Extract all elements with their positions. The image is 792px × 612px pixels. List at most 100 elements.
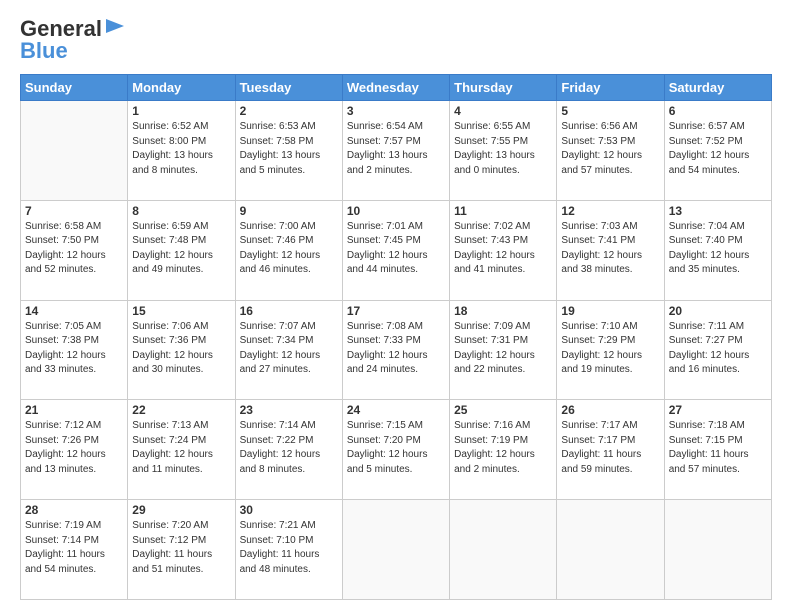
day-number: 20	[669, 304, 767, 318]
day-number: 11	[454, 204, 552, 218]
day-number: 15	[132, 304, 230, 318]
calendar-cell: 3Sunrise: 6:54 AMSunset: 7:57 PMDaylight…	[342, 101, 449, 201]
day-info: Sunrise: 7:02 AMSunset: 7:43 PMDaylight:…	[454, 220, 552, 278]
day-info: Sunrise: 7:15 AMSunset: 7:20 PMDaylight:…	[347, 419, 445, 477]
day-number: 8	[132, 204, 230, 218]
calendar-cell: 21 Sunrise: 7:12 AMSunset: 7:26 PMDayligh…	[21, 400, 128, 500]
calendar-cell: 29 Sunrise: 7:20 AMSunset: 7:12 PMDayligh…	[128, 500, 235, 600]
day-info: Sunrise: 7:18 AMSunset: 7:15 PMDaylight:…	[669, 419, 767, 477]
logo-flag-icon	[104, 17, 126, 40]
calendar-cell: 15Sunrise: 7:06 AMSunset: 7:36 PMDayligh…	[128, 300, 235, 400]
calendar-cell: 27 Sunrise: 7:18 AMSunset: 7:15 PMDayligh…	[664, 400, 771, 500]
calendar-cell: 5 Sunrise: 6:56 AMSunset: 7:53 PMDaylight…	[557, 101, 664, 201]
calendar-cell: 13Sunrise: 7:04 AMSunset: 7:40 PMDayligh…	[664, 200, 771, 300]
day-info: Sunrise: 7:14 AMSunset: 7:22 PMDaylight:…	[240, 419, 338, 477]
header: General Blue	[20, 16, 772, 64]
day-info: Sunrise: 7:21 AMSunset: 7:10 PMDaylight:…	[240, 519, 338, 577]
calendar-week-1: 1 Sunrise: 6:52 AMSunset: 8:00 PMDaylight…	[21, 101, 772, 201]
day-number: 28	[25, 503, 123, 517]
calendar-cell: 28Sunrise: 7:19 AMSunset: 7:14 PMDayligh…	[21, 500, 128, 600]
day-number: 13	[669, 204, 767, 218]
calendar-week-5: 28Sunrise: 7:19 AMSunset: 7:14 PMDayligh…	[21, 500, 772, 600]
calendar-cell: 9 Sunrise: 7:00 AMSunset: 7:46 PMDaylight…	[235, 200, 342, 300]
logo-blue: Blue	[20, 38, 68, 63]
day-number: 5	[561, 104, 659, 118]
calendar-cell	[557, 500, 664, 600]
day-number: 18	[454, 304, 552, 318]
day-number: 26	[561, 403, 659, 417]
calendar-cell: 2 Sunrise: 6:53 AMSunset: 7:58 PMDaylight…	[235, 101, 342, 201]
day-number: 29	[132, 503, 230, 517]
day-info: Sunrise: 7:20 AMSunset: 7:12 PMDaylight:…	[132, 519, 230, 577]
day-number: 1	[132, 104, 230, 118]
day-info: Sunrise: 6:57 AMSunset: 7:52 PMDaylight:…	[669, 120, 767, 178]
day-number: 24	[347, 403, 445, 417]
day-number: 7	[25, 204, 123, 218]
calendar-cell: 24 Sunrise: 7:15 AMSunset: 7:20 PMDayligh…	[342, 400, 449, 500]
calendar-cell: 1 Sunrise: 6:52 AMSunset: 8:00 PMDaylight…	[128, 101, 235, 201]
day-number: 4	[454, 104, 552, 118]
day-info: Sunrise: 6:59 AMSunset: 7:48 PMDaylight:…	[132, 220, 230, 278]
calendar-cell: 30 Sunrise: 7:21 AMSunset: 7:10 PMDayligh…	[235, 500, 342, 600]
day-info: Sunrise: 7:03 AMSunset: 7:41 PMDaylight:…	[561, 220, 659, 278]
calendar-week-3: 14 Sunrise: 7:05 AMSunset: 7:38 PMDayligh…	[21, 300, 772, 400]
weekday-header-thursday: Thursday	[450, 75, 557, 101]
calendar-cell	[21, 101, 128, 201]
day-info: Sunrise: 7:11 AMSunset: 7:27 PMDaylight:…	[669, 320, 767, 378]
calendar-cell: 8 Sunrise: 6:59 AMSunset: 7:48 PMDaylight…	[128, 200, 235, 300]
calendar-cell: 4Sunrise: 6:55 AMSunset: 7:55 PMDaylight…	[450, 101, 557, 201]
day-info: Sunrise: 7:00 AMSunset: 7:46 PMDaylight:…	[240, 220, 338, 278]
calendar-cell: 25 Sunrise: 7:16 AMSunset: 7:19 PMDayligh…	[450, 400, 557, 500]
day-info: Sunrise: 7:16 AMSunset: 7:19 PMDaylight:…	[454, 419, 552, 477]
weekday-header-wednesday: Wednesday	[342, 75, 449, 101]
calendar-cell: 11 Sunrise: 7:02 AMSunset: 7:43 PMDayligh…	[450, 200, 557, 300]
day-number: 27	[669, 403, 767, 417]
day-info: Sunrise: 7:12 AMSunset: 7:26 PMDaylight:…	[25, 419, 123, 477]
day-number: 21	[25, 403, 123, 417]
calendar-table: SundayMondayTuesdayWednesdayThursdayFrid…	[20, 74, 772, 600]
day-info: Sunrise: 7:17 AMSunset: 7:17 PMDaylight:…	[561, 419, 659, 477]
calendar-cell: 20 Sunrise: 7:11 AMSunset: 7:27 PMDayligh…	[664, 300, 771, 400]
weekday-header-friday: Friday	[557, 75, 664, 101]
calendar-week-4: 21 Sunrise: 7:12 AMSunset: 7:26 PMDayligh…	[21, 400, 772, 500]
page: General Blue SundayMondayTuesdayWednesda…	[0, 0, 792, 612]
day-number: 9	[240, 204, 338, 218]
day-info: Sunrise: 6:53 AMSunset: 7:58 PMDaylight:…	[240, 120, 338, 178]
day-info: Sunrise: 7:05 AMSunset: 7:38 PMDaylight:…	[25, 320, 123, 378]
day-number: 10	[347, 204, 445, 218]
day-info: Sunrise: 6:54 AMSunset: 7:57 PMDaylight:…	[347, 120, 445, 178]
calendar-week-2: 7 Sunrise: 6:58 AMSunset: 7:50 PMDaylight…	[21, 200, 772, 300]
calendar-cell: 7 Sunrise: 6:58 AMSunset: 7:50 PMDaylight…	[21, 200, 128, 300]
weekday-header-monday: Monday	[128, 75, 235, 101]
day-number: 23	[240, 403, 338, 417]
day-number: 30	[240, 503, 338, 517]
day-info: Sunrise: 6:52 AMSunset: 8:00 PMDaylight:…	[132, 120, 230, 178]
day-info: Sunrise: 7:13 AMSunset: 7:24 PMDaylight:…	[132, 419, 230, 477]
day-info: Sunrise: 6:58 AMSunset: 7:50 PMDaylight:…	[25, 220, 123, 278]
day-info: Sunrise: 7:10 AMSunset: 7:29 PMDaylight:…	[561, 320, 659, 378]
day-info: Sunrise: 7:08 AMSunset: 7:33 PMDaylight:…	[347, 320, 445, 378]
calendar-cell: 26 Sunrise: 7:17 AMSunset: 7:17 PMDayligh…	[557, 400, 664, 500]
calendar-cell: 6Sunrise: 6:57 AMSunset: 7:52 PMDaylight…	[664, 101, 771, 201]
logo: General Blue	[20, 16, 126, 64]
calendar-cell: 16 Sunrise: 7:07 AMSunset: 7:34 PMDayligh…	[235, 300, 342, 400]
calendar-cell	[342, 500, 449, 600]
calendar-cell: 17 Sunrise: 7:08 AMSunset: 7:33 PMDayligh…	[342, 300, 449, 400]
calendar-cell: 19 Sunrise: 7:10 AMSunset: 7:29 PMDayligh…	[557, 300, 664, 400]
day-number: 25	[454, 403, 552, 417]
calendar-cell: 23 Sunrise: 7:14 AMSunset: 7:22 PMDayligh…	[235, 400, 342, 500]
calendar-cell: 22Sunrise: 7:13 AMSunset: 7:24 PMDayligh…	[128, 400, 235, 500]
calendar-cell: 14 Sunrise: 7:05 AMSunset: 7:38 PMDayligh…	[21, 300, 128, 400]
day-info: Sunrise: 7:07 AMSunset: 7:34 PMDaylight:…	[240, 320, 338, 378]
day-number: 12	[561, 204, 659, 218]
weekday-header-saturday: Saturday	[664, 75, 771, 101]
day-number: 16	[240, 304, 338, 318]
weekday-header-sunday: Sunday	[21, 75, 128, 101]
day-info: Sunrise: 6:56 AMSunset: 7:53 PMDaylight:…	[561, 120, 659, 178]
day-number: 17	[347, 304, 445, 318]
day-number: 19	[561, 304, 659, 318]
day-number: 14	[25, 304, 123, 318]
day-info: Sunrise: 7:01 AMSunset: 7:45 PMDaylight:…	[347, 220, 445, 278]
day-number: 2	[240, 104, 338, 118]
calendar-cell: 18Sunrise: 7:09 AMSunset: 7:31 PMDayligh…	[450, 300, 557, 400]
